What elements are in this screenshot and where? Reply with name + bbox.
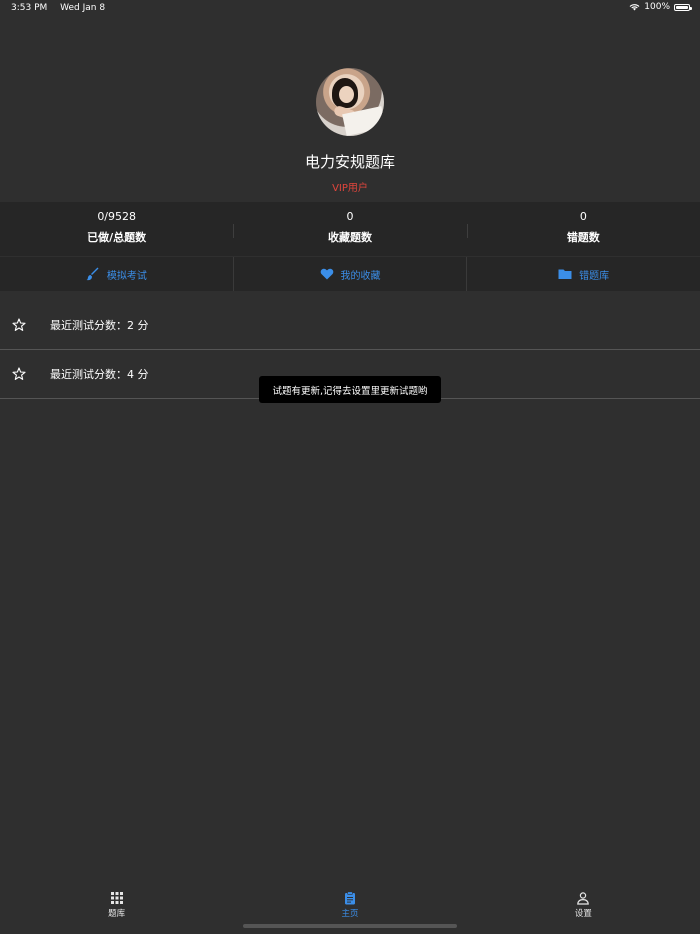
stat-label: 错题数 <box>566 231 600 244</box>
status-date: Wed Jan 8 <box>60 3 106 13</box>
tab-settings[interactable]: 设置 <box>467 885 700 934</box>
folder-icon <box>558 269 572 279</box>
profile-section: 电力安规题库 VIP用户 <box>0 68 700 194</box>
stat-value: 0/9528 <box>97 210 137 223</box>
stat-wrong[interactable]: 0 错题数 <box>466 202 700 256</box>
tab-question-bank[interactable]: 题库 <box>0 885 233 934</box>
stat-label: 收藏题数 <box>327 231 372 244</box>
battery-icon <box>674 3 692 11</box>
update-toast: 试题有更新,记得去设置里更新试题哟 <box>259 376 441 403</box>
stat-value: 0 <box>346 210 354 223</box>
brush-icon <box>86 267 99 281</box>
battery-percent: 100% <box>644 2 670 12</box>
my-favorites-label: 我的收藏 <box>340 270 381 282</box>
heart-icon <box>320 268 333 280</box>
star-icon <box>12 367 26 380</box>
tab-label: 题库 <box>108 909 126 919</box>
tab-label: 设置 <box>574 909 592 919</box>
stat-favorites[interactable]: 0 收藏题数 <box>233 202 466 256</box>
vip-badge: VIP用户 <box>332 183 368 194</box>
list-item[interactable]: 最近测试分数：2 分 <box>0 301 700 350</box>
stat-label: 已做/总题数 <box>87 231 147 244</box>
star-icon <box>12 318 26 331</box>
person-icon <box>577 892 590 905</box>
wifi-icon <box>629 4 640 11</box>
score-text: 最近测试分数：2 分 <box>50 319 149 332</box>
tab-label: 主页 <box>341 909 359 919</box>
status-bar: 3:53 PM Wed Jan 8 100% <box>0 0 700 18</box>
stats-bar: 0/9528 已做/总题数 0 收藏题数 0 错题数 <box>0 202 700 256</box>
score-text: 最近测试分数：4 分 <box>50 368 149 381</box>
wrong-questions-label: 错题库 <box>579 270 610 282</box>
stat-value: 0 <box>579 210 587 223</box>
wrong-questions-button[interactable]: 错题库 <box>467 257 700 291</box>
clipboard-icon <box>344 891 355 905</box>
home-indicator[interactable] <box>243 924 457 928</box>
mock-exam-button[interactable]: 模拟考试 <box>0 257 234 291</box>
stat-done-total[interactable]: 0/9528 已做/总题数 <box>0 202 233 256</box>
my-favorites-button[interactable]: 我的收藏 <box>234 257 468 291</box>
grid-icon <box>110 892 123 904</box>
action-bar: 模拟考试 我的收藏 错题库 <box>0 257 700 291</box>
avatar[interactable] <box>316 68 384 136</box>
app-name: 电力安规题库 <box>304 153 395 171</box>
mock-exam-label: 模拟考试 <box>106 270 147 282</box>
status-time: 3:53 PM <box>11 3 48 13</box>
